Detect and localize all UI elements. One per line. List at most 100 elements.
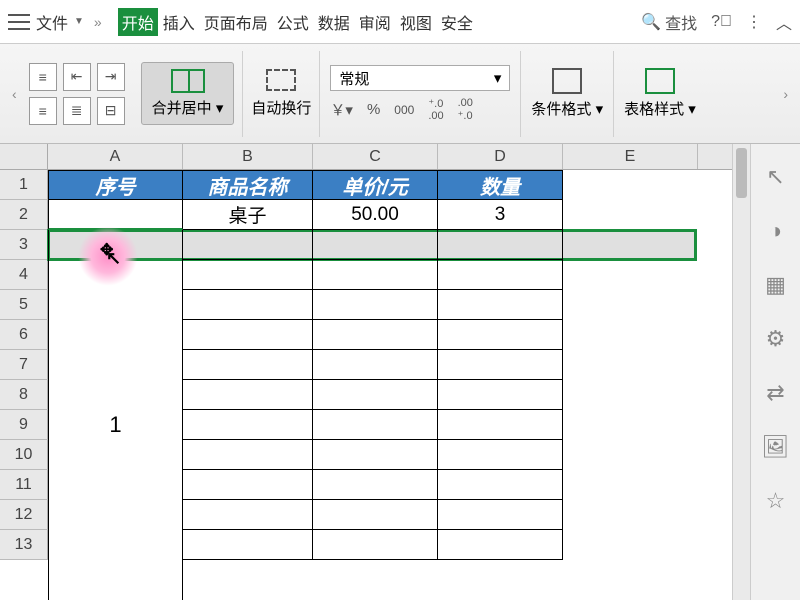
tab-home[interactable]: 开始 [118, 8, 158, 36]
cell-D5[interactable] [438, 290, 563, 320]
cell-D6[interactable] [438, 320, 563, 350]
row-8[interactable]: 8 [0, 380, 48, 410]
row-5[interactable]: 5 [0, 290, 48, 320]
align-distribute-button[interactable]: ⊟ [97, 97, 125, 125]
cell-B13[interactable] [183, 530, 313, 560]
cell-B8[interactable] [183, 380, 313, 410]
row-2[interactable]: 2 [0, 200, 48, 230]
more-icon[interactable]: ⋮ [746, 12, 762, 32]
cell-B2[interactable]: 桌子 [183, 200, 313, 230]
tab-layout[interactable]: 页面布局 [200, 8, 272, 36]
cell-D13[interactable] [438, 530, 563, 560]
scrollbar-thumb[interactable] [736, 148, 747, 198]
table-tool-icon[interactable]: ▦ [765, 272, 786, 298]
select-tool-icon[interactable]: ↖ [766, 164, 784, 190]
ribbon-scroll-left-icon[interactable]: ‹ [8, 86, 21, 102]
cell-D10[interactable] [438, 440, 563, 470]
cell-B5[interactable] [183, 290, 313, 320]
cell-D8[interactable] [438, 380, 563, 410]
cell-C3[interactable] [313, 230, 438, 260]
cell-D2[interactable]: 3 [438, 200, 563, 230]
align-top-left-button[interactable]: ≡ [29, 63, 57, 91]
number-format-select[interactable]: 常规 ▾ [330, 65, 510, 91]
cell-B7[interactable] [183, 350, 313, 380]
hamburger-icon[interactable] [8, 14, 30, 30]
merge-center-button[interactable]: 合并居中 ▾ [141, 62, 235, 125]
cell-C10[interactable] [313, 440, 438, 470]
cell-C13[interactable] [313, 530, 438, 560]
tab-data[interactable]: 数据 [314, 8, 354, 36]
cell-B3[interactable] [183, 230, 313, 260]
tab-review[interactable]: 审阅 [355, 8, 395, 36]
cell-C1[interactable]: 单价/元 [313, 170, 438, 200]
cell-D3[interactable] [438, 230, 563, 260]
help-icon[interactable]: ?⃝ [711, 13, 732, 31]
cell-C9[interactable] [313, 410, 438, 440]
cell-A-merged[interactable]: 1 [48, 230, 183, 600]
cell-C8[interactable] [313, 380, 438, 410]
tab-security[interactable]: 安全 [437, 8, 477, 36]
ribbon-scroll-right-icon[interactable]: › [779, 86, 792, 102]
cell-B6[interactable] [183, 320, 313, 350]
cell-C6[interactable] [313, 320, 438, 350]
image-tool-icon[interactable]: 🖼 [762, 434, 790, 460]
row-12[interactable]: 12 [0, 500, 48, 530]
percent-button[interactable]: % [367, 101, 380, 118]
cell-B11[interactable] [183, 470, 313, 500]
tab-view[interactable]: 视图 [396, 8, 436, 36]
cell-C12[interactable] [313, 500, 438, 530]
cell-B1[interactable]: 商品名称 [183, 170, 313, 200]
row-1[interactable]: 1 [0, 170, 48, 200]
vertical-scrollbar[interactable] [732, 144, 750, 600]
indent-increase-button[interactable]: ⇥ [97, 63, 125, 91]
conditional-format-button[interactable]: 条件格式 ▾ [521, 51, 614, 137]
tab-formula[interactable]: 公式 [273, 8, 313, 36]
wrap-text-button[interactable]: 自动换行 [251, 69, 311, 118]
increase-decimal-button[interactable]: ⁺.0.00 [428, 97, 443, 122]
comma-button[interactable]: 000 [394, 103, 414, 117]
row-10[interactable]: 10 [0, 440, 48, 470]
file-dropdown-icon[interactable]: ▼ [74, 16, 84, 27]
cell-B12[interactable] [183, 500, 313, 530]
row-4[interactable]: 4 [0, 260, 48, 290]
indent-decrease-button[interactable]: ⇤ [63, 63, 91, 91]
cell-D9[interactable] [438, 410, 563, 440]
collapse-icon[interactable]: ︿ [776, 10, 792, 34]
currency-button[interactable]: ￥▾ [330, 99, 353, 120]
cell-C5[interactable] [313, 290, 438, 320]
select-all-corner[interactable] [0, 144, 48, 170]
row-3[interactable]: 3 [0, 230, 48, 260]
cell-C2[interactable]: 50.00 [313, 200, 438, 230]
cell-D4[interactable] [438, 260, 563, 290]
row-6[interactable]: 6 [0, 320, 48, 350]
file-menu[interactable]: 文件 [36, 10, 68, 34]
grid[interactable]: A B C D E 1 2 3 4 5 6 7 8 9 10 11 12 13 … [0, 144, 732, 600]
col-C[interactable]: C [313, 144, 438, 169]
align-justify-button[interactable]: ≣ [63, 97, 91, 125]
table-style-button[interactable]: 表格样式 ▾ [614, 51, 706, 137]
col-A[interactable]: A [48, 144, 183, 169]
row-7[interactable]: 7 [0, 350, 48, 380]
cell-C4[interactable] [313, 260, 438, 290]
cell-D11[interactable] [438, 470, 563, 500]
cell-A1[interactable]: 序号 [48, 170, 183, 200]
decrease-decimal-button[interactable]: .00⁺.0 [458, 97, 473, 122]
tab-insert[interactable]: 插入 [159, 8, 199, 36]
transfer-tool-icon[interactable]: ⇄ [766, 380, 784, 406]
row-13[interactable]: 13 [0, 530, 48, 560]
search-button[interactable]: 🔍 查找 [641, 10, 697, 34]
cell-D1[interactable]: 数量 [438, 170, 563, 200]
cell-B10[interactable] [183, 440, 313, 470]
row-11[interactable]: 11 [0, 470, 48, 500]
cell-C7[interactable] [313, 350, 438, 380]
col-D[interactable]: D [438, 144, 563, 169]
col-B[interactable]: B [183, 144, 313, 169]
overflow-icon[interactable]: » [94, 14, 102, 30]
cell-D7[interactable] [438, 350, 563, 380]
cell-D12[interactable] [438, 500, 563, 530]
row-9[interactable]: 9 [0, 410, 48, 440]
cell-B9[interactable] [183, 410, 313, 440]
cell-A2[interactable] [48, 200, 183, 230]
col-E[interactable]: E [563, 144, 698, 169]
favorite-tool-icon[interactable]: ☆ [766, 488, 786, 514]
